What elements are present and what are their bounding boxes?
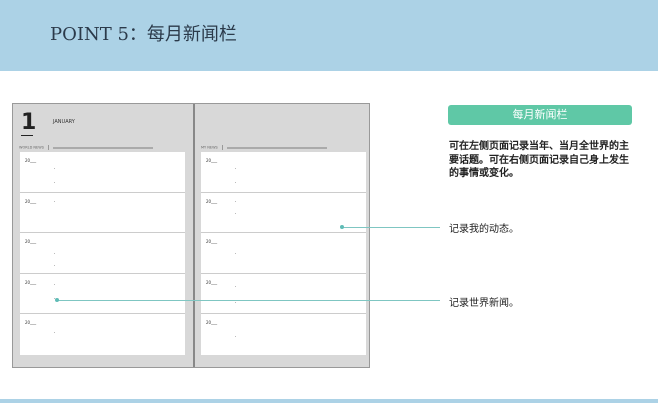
header-banner: POINT 5：每月新闻栏 bbox=[0, 0, 658, 71]
news-rows: 20___ 20___ 20___ 20___ 20___ bbox=[201, 152, 366, 355]
callout-world-news: 记录世界新闻。 bbox=[449, 298, 519, 309]
callout-line-world-news bbox=[57, 300, 440, 301]
notebook-spread: 1 JANUARY WORLD NEWS 20___ 20___ 20___ 2… bbox=[12, 103, 370, 368]
list-item: 20___ bbox=[20, 233, 185, 274]
right-page: MY NEWS 20___ 20___ 20___ 20___ 20___ bbox=[195, 104, 366, 367]
day-number: 1 bbox=[21, 110, 37, 135]
list-item: 20___ bbox=[20, 314, 185, 355]
list-item: 20___ bbox=[20, 193, 185, 234]
news-rows: 20___ 20___ 20___ 20___ 20___ bbox=[20, 152, 185, 355]
list-item: 20___ bbox=[201, 152, 366, 193]
list-item: 20___ bbox=[20, 274, 185, 315]
list-item: 20___ bbox=[20, 152, 185, 193]
monthly-news-button[interactable]: 每月新闻栏 bbox=[448, 105, 632, 125]
page-title: POINT 5：每月新闻栏 bbox=[50, 24, 237, 45]
list-item: 20___ bbox=[201, 233, 366, 274]
list-item: 20___ bbox=[201, 314, 366, 355]
callout-line-my-news bbox=[342, 227, 440, 228]
description-text: 可在左侧页面记录当年、当月全世界的主要话题。可在右侧页面记录自己身上发生的事情或… bbox=[449, 141, 629, 179]
month-label: JANUARY bbox=[53, 119, 75, 125]
callout-dot bbox=[55, 298, 59, 302]
left-page: 1 JANUARY WORLD NEWS 20___ 20___ 20___ 2… bbox=[13, 104, 185, 367]
divider bbox=[21, 135, 33, 136]
section-label: MY NEWS bbox=[201, 145, 218, 150]
callout-dot bbox=[340, 225, 344, 229]
section-label: WORLD NEWS bbox=[19, 145, 44, 150]
list-item: 20___ bbox=[201, 274, 366, 315]
footer-bar bbox=[0, 399, 658, 403]
callout-my-news: 记录我的动态。 bbox=[449, 224, 519, 235]
section-header: WORLD NEWS bbox=[19, 145, 179, 150]
section-header: MY NEWS bbox=[201, 145, 361, 150]
